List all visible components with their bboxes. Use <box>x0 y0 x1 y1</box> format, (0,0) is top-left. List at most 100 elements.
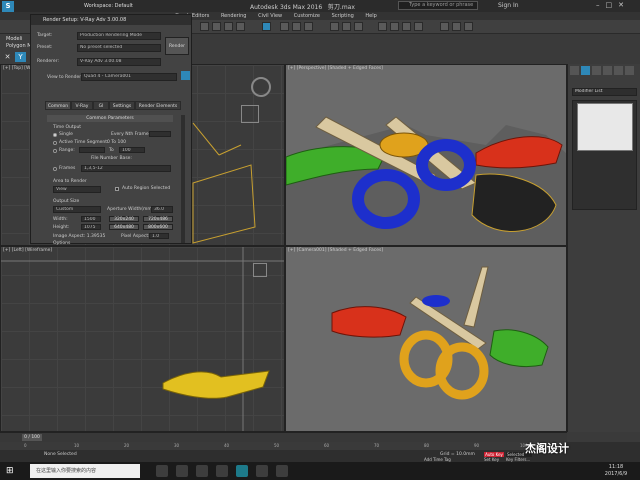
vray-icon[interactable] <box>440 22 449 31</box>
render-button[interactable]: Render <box>165 37 189 55</box>
range-start-field[interactable] <box>79 147 105 153</box>
display-tab-icon[interactable] <box>614 66 623 75</box>
tab-settings[interactable]: Settings <box>109 101 135 110</box>
renderer-select[interactable]: V-Ray Adv 3.00.08 <box>77 58 161 66</box>
modifier-stack-list[interactable] <box>577 103 633 151</box>
render-icon[interactable] <box>402 22 411 31</box>
size-preset-800[interactable]: 800x600 <box>143 224 173 230</box>
taskbar-search[interactable]: 在这里输入你要搜索的内容 <box>30 464 140 478</box>
rotate-icon[interactable] <box>224 22 233 31</box>
pixel-aspect-field[interactable]: 1.0 <box>149 233 169 239</box>
utilities-tab-icon[interactable] <box>625 66 634 75</box>
frames-radio[interactable] <box>53 167 57 171</box>
system-clock[interactable]: 11:18 2017/6/9 <box>596 464 636 478</box>
tab-vray[interactable]: V-Ray <box>71 101 93 110</box>
viewport-perspective[interactable]: [+] [Perspective] [Shaded + Edged Faces] <box>285 64 567 246</box>
viewport-camera[interactable]: [+] [Camera001] [Shaded + Edged Faces] <box>285 246 567 432</box>
teapot-icon[interactable] <box>414 22 423 31</box>
menu-civil-view[interactable]: Civil View <box>258 13 282 19</box>
hierarchy-tab-icon[interactable] <box>592 66 601 75</box>
app-icon[interactable]: S <box>2 1 14 12</box>
render-setup-icon[interactable] <box>378 22 387 31</box>
output-size-select[interactable]: Custom <box>53 206 101 213</box>
create-tab-icon[interactable] <box>570 66 579 75</box>
select-icon[interactable] <box>200 22 209 31</box>
light-icon[interactable] <box>452 22 461 31</box>
range-end-field[interactable]: 100 <box>119 147 145 153</box>
viewcube-icon[interactable] <box>251 77 271 97</box>
explorer-icon[interactable] <box>196 465 208 477</box>
curve-editor-icon[interactable] <box>330 22 339 31</box>
menu-rendering[interactable]: Rendering <box>221 13 247 19</box>
scale-icon[interactable] <box>236 22 245 31</box>
tick-label: 50 <box>274 443 280 448</box>
viewport-label[interactable]: [+] [Left] [Wireframe] <box>3 248 52 253</box>
navigation-icon[interactable] <box>253 263 267 277</box>
watermark: 杰阁设计 <box>525 442 569 455</box>
perspective-scene <box>286 116 566 245</box>
size-preset-320[interactable]: 320x240 <box>109 216 139 222</box>
preset-select[interactable]: No preset selected <box>77 44 161 52</box>
frames-field[interactable]: 1,3,5-12 <box>81 165 171 172</box>
modifier-list-dropdown[interactable]: Modifier List <box>572 88 637 96</box>
camera-icon[interactable] <box>464 22 473 31</box>
window-controls[interactable]: –□✕ <box>596 1 630 9</box>
windows-start-icon[interactable]: ⊞ <box>6 466 16 476</box>
snap-icon[interactable] <box>262 22 271 31</box>
search-input[interactable]: Type a keyword or phrase <box>398 1 478 10</box>
workspace-selector[interactable]: Workspace: Default <box>84 3 133 9</box>
viewport-label[interactable]: [+] [Perspective] [Shaded + Edged Faces] <box>288 66 383 71</box>
viewport-label[interactable]: [+] [Camera001] [Shaded + Edged Faces] <box>288 248 383 253</box>
tick-label: 40 <box>224 443 230 448</box>
every-nth-field[interactable] <box>149 131 171 137</box>
size-preset-640[interactable]: 640x480 <box>109 224 139 230</box>
target-select[interactable]: Production Rendering Mode <box>77 32 161 40</box>
range-radio[interactable] <box>53 149 57 153</box>
align-icon[interactable] <box>292 22 301 31</box>
3dsmax-taskbar-icon[interactable] <box>236 465 248 477</box>
active-segment-radio[interactable] <box>53 141 57 145</box>
edge-icon[interactable] <box>176 465 188 477</box>
command-panel-tabs <box>570 66 639 76</box>
menu-help[interactable]: Help <box>365 13 376 19</box>
mirror-icon[interactable] <box>280 22 289 31</box>
sign-in-button[interactable]: Sign In <box>498 2 519 9</box>
schematic-icon[interactable] <box>342 22 351 31</box>
auto-region-checkbox[interactable] <box>115 187 119 191</box>
close-icon[interactable]: ✕ <box>2 52 13 62</box>
dialog-scrollbar[interactable] <box>181 115 185 243</box>
timeline[interactable]: 0 / 100 <box>0 432 567 442</box>
tab-gi[interactable]: GI <box>93 101 109 110</box>
move-icon[interactable] <box>212 22 221 31</box>
tab-common[interactable]: Common <box>45 101 71 110</box>
motion-tab-icon[interactable] <box>603 66 612 75</box>
menu-scripting[interactable]: Scripting <box>332 13 354 19</box>
width-field[interactable]: 1500 <box>81 216 101 222</box>
task-view-icon[interactable] <box>156 465 168 477</box>
aperture-field[interactable]: 36.0 <box>151 206 173 213</box>
render-frame-icon[interactable] <box>390 22 399 31</box>
single-radio[interactable] <box>53 133 57 137</box>
tab-render-elements[interactable]: Render Elements <box>135 101 181 110</box>
layer-icon[interactable] <box>304 22 313 31</box>
navigation-icon[interactable] <box>241 105 259 123</box>
viewport-left[interactable]: [+] [Left] [Wireframe] <box>0 246 285 432</box>
area-select[interactable]: View <box>53 186 101 193</box>
app-taskbar-icon-2[interactable] <box>276 465 288 477</box>
modeling-tab[interactable]: Modeli <box>6 36 22 42</box>
polygon-modeling-label[interactable]: Polygon M <box>6 43 32 49</box>
y-axis-icon[interactable]: Y <box>15 52 26 62</box>
modify-tab-icon[interactable] <box>581 66 590 75</box>
time-slider[interactable]: 0 / 100 <box>22 434 42 441</box>
common-parameters-rollout[interactable]: Common Parameters <box>47 115 173 122</box>
store-icon[interactable] <box>216 465 228 477</box>
app-taskbar-icon[interactable] <box>256 465 268 477</box>
lock-icon[interactable] <box>181 71 190 80</box>
range-label: Range: <box>59 148 75 153</box>
height-field[interactable]: 1075 <box>81 224 101 230</box>
size-preset-720[interactable]: 720x486 <box>143 216 173 222</box>
view-to-render-select[interactable]: Quad 4 - Camera001 <box>81 73 177 81</box>
track-bar[interactable]: 0 10 20 30 40 50 60 70 80 90 100 <box>0 442 567 450</box>
material-editor-icon[interactable] <box>354 22 363 31</box>
menu-customize[interactable]: Customize <box>294 13 320 19</box>
